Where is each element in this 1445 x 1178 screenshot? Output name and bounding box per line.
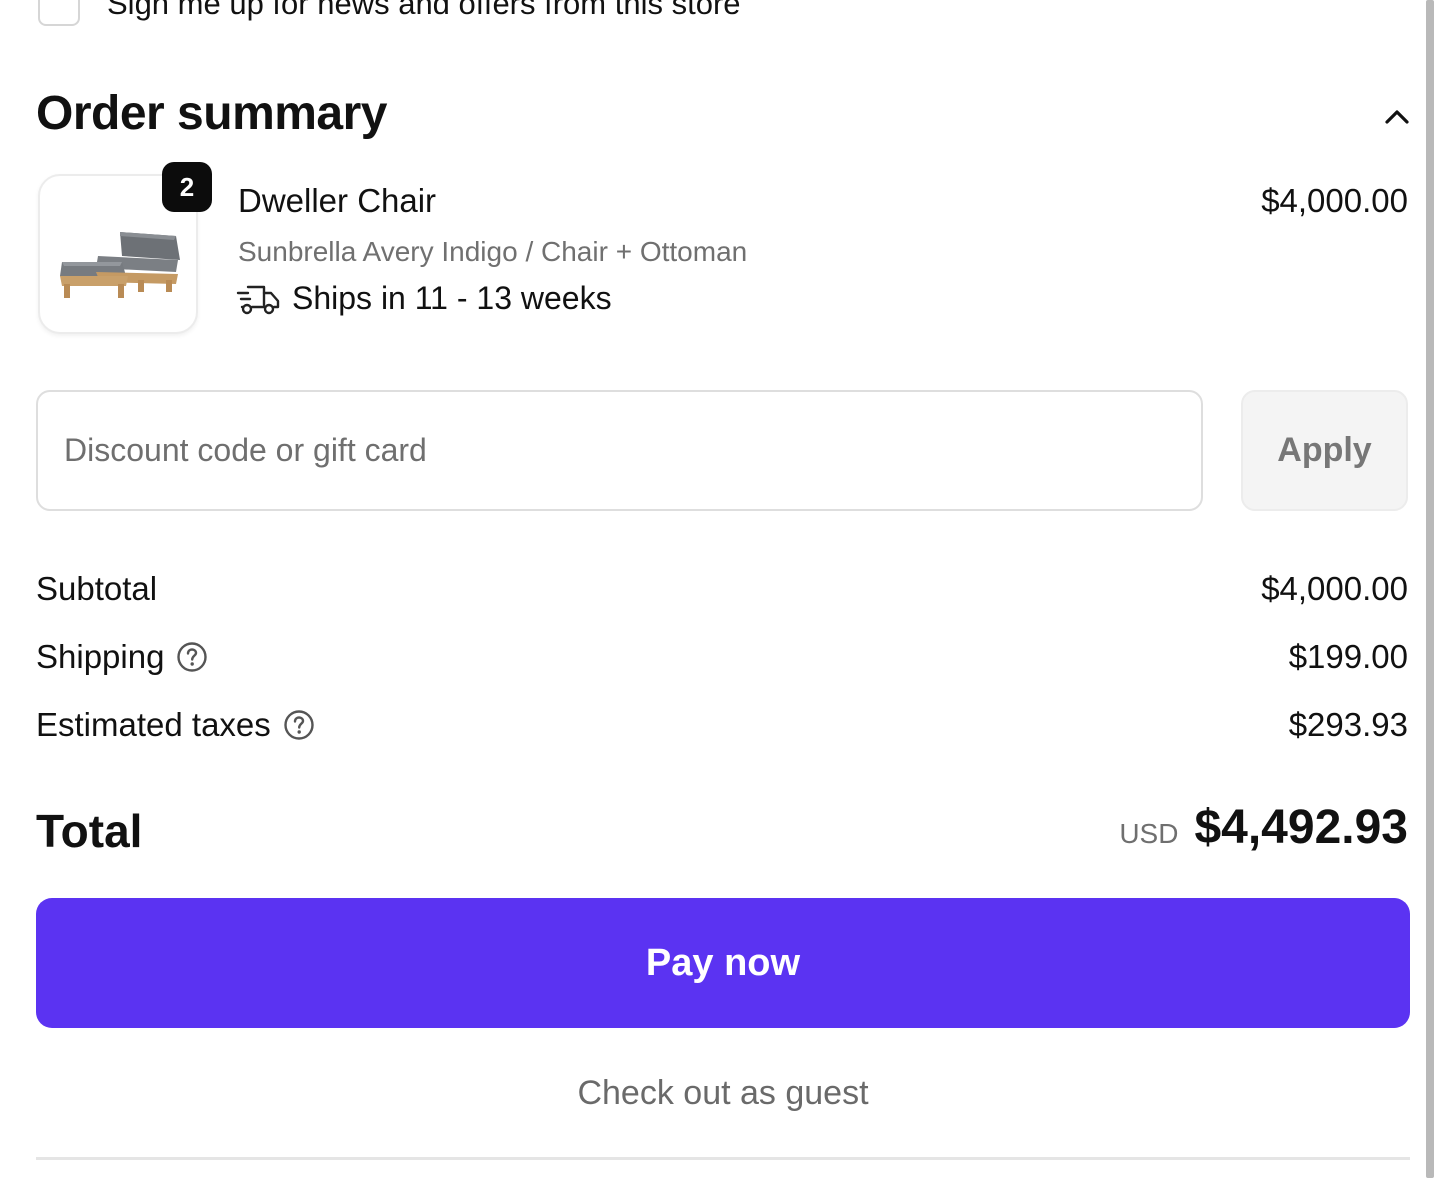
chevron-up-icon	[1385, 110, 1409, 124]
subtotal-value: $4,000.00	[1261, 570, 1408, 607]
shipping-label: Shipping	[36, 638, 208, 676]
total-amount: $4,492.93	[1194, 801, 1408, 854]
estimated-taxes-label: Estimated taxes	[36, 706, 315, 744]
guest-checkout-link[interactable]: Check out as guest	[36, 1074, 1410, 1113]
quantity-badge: 2	[162, 162, 212, 212]
product-price: $4,000.00	[1261, 182, 1408, 219]
question-circle-icon[interactable]	[283, 709, 315, 741]
product-variant: Sunbrella Avery Indigo / Chair + Ottoman	[238, 236, 748, 267]
scrollbar[interactable]	[1426, 0, 1434, 1178]
shipping-estimate: Ships in 11 - 13 weeks	[236, 280, 612, 317]
apply-discount-button[interactable]: Apply	[1241, 390, 1408, 511]
delivery-truck-icon	[236, 285, 280, 314]
question-circle-icon[interactable]	[176, 641, 208, 673]
discount-code-input[interactable]	[36, 390, 1203, 511]
total-label: Total	[36, 805, 143, 857]
subtotal-label-text: Subtotal	[36, 570, 158, 607]
shipping-value: $199.00	[1288, 638, 1408, 675]
pay-now-button[interactable]: Pay now	[36, 898, 1410, 1028]
collapse-toggle[interactable]	[1380, 102, 1414, 130]
estimated-taxes-label-text: Estimated taxes	[36, 706, 271, 743]
shipping-estimate-text: Ships in 11 - 13 weeks	[292, 280, 612, 316]
subtotal-label: Subtotal	[36, 570, 157, 608]
newsletter-label: Sign me up for news and offers from this…	[107, 0, 741, 21]
shipping-label-text: Shipping	[36, 638, 165, 675]
product-name: Dweller Chair	[238, 182, 437, 219]
estimated-taxes-value: $293.93	[1288, 706, 1408, 743]
total-value: USD $4,492.93	[1119, 800, 1408, 855]
divider	[36, 1157, 1410, 1160]
page-title: Order summary	[36, 87, 388, 140]
newsletter-checkbox[interactable]	[38, 0, 80, 26]
currency-code: USD	[1119, 818, 1179, 849]
